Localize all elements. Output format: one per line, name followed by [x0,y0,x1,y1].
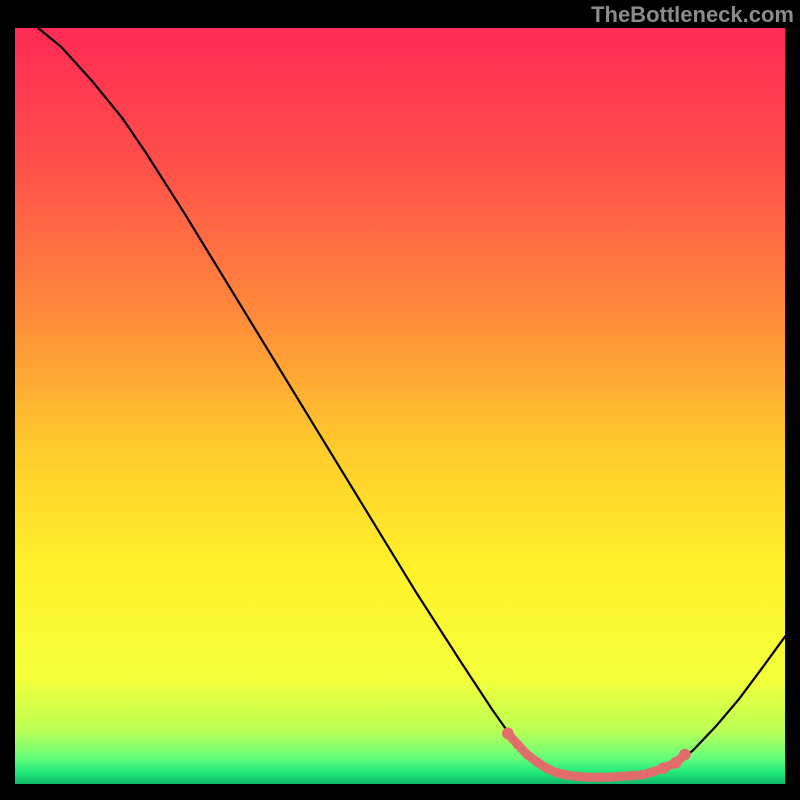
chart-canvas [15,28,785,784]
gradient-background [15,28,785,784]
optimal-point [552,768,562,778]
optimal-point [583,772,593,782]
optimal-point [637,770,647,780]
optimal-point [615,772,625,782]
optimal-point [532,757,542,767]
watermark-text: TheBottleneck.com [591,2,794,28]
optimal-point [648,767,658,777]
optimal-point [513,740,523,750]
optimal-point [658,762,670,774]
optimal-point [502,728,514,740]
optimal-point [522,750,532,760]
chart-plot-area [15,28,785,784]
optimal-point [594,772,604,782]
optimal-point [679,749,691,761]
optimal-point [670,757,682,769]
optimal-point [562,770,572,780]
optimal-point [605,772,615,782]
optimal-point [572,772,582,782]
optimal-point [542,763,552,773]
optimal-point [626,771,636,781]
